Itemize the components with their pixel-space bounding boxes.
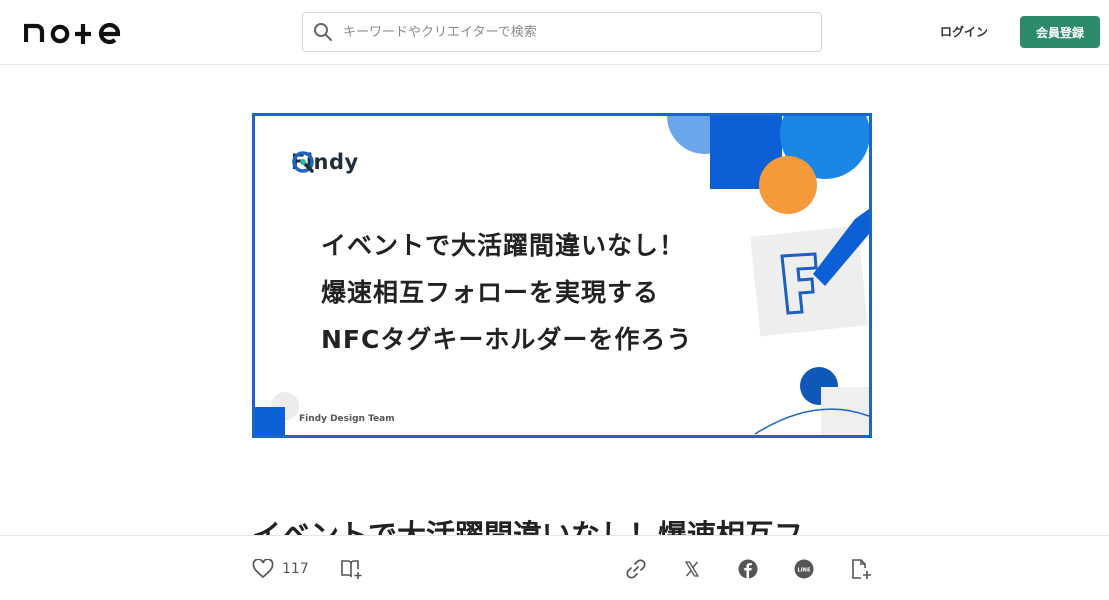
note-logo-mark	[24, 22, 121, 45]
like-count[interactable]: 117	[282, 561, 309, 577]
magazine-add-icon[interactable]	[340, 558, 364, 580]
link-icon[interactable]	[625, 558, 647, 580]
article-action-bar: 117 LINE	[0, 535, 1109, 600]
eyecatch-headline: イベントで大活躍間違いなし！ 爆速相互フォローを実現する NFCタグキーホルダー…	[321, 222, 692, 363]
svg-text:LINE: LINE	[797, 567, 811, 573]
share-x-button[interactable]	[682, 556, 702, 582]
team-credit: Findy Design Team	[299, 414, 395, 424]
headline-line: NFCタグキーホルダーを作ろう	[321, 325, 693, 354]
signup-button[interactable]: 会員登録	[1020, 16, 1100, 48]
note-logo[interactable]	[24, 18, 124, 46]
add-to-magazine-button[interactable]	[340, 556, 364, 582]
search-box[interactable]	[302, 12, 822, 52]
add-to-note-button[interactable]	[849, 556, 873, 582]
eyecatch-image: Findy イベントで大活躍間違いなし！ 爆速相互フォローを実現する NFCタグ…	[252, 113, 872, 438]
facebook-icon[interactable]	[738, 559, 758, 579]
x-icon[interactable]	[682, 559, 702, 579]
share-facebook-button[interactable]	[738, 556, 758, 582]
site-header: ログイン 会員登録	[0, 0, 1109, 65]
like-button[interactable]: 117	[252, 556, 309, 582]
line-icon[interactable]: LINE	[794, 559, 814, 579]
headline-line: イベントで大活躍間違いなし！	[321, 231, 686, 260]
findy-logo-icon	[292, 151, 314, 173]
copy-link-button[interactable]	[625, 556, 647, 582]
search-input[interactable]	[343, 14, 821, 50]
search-icon[interactable]	[303, 13, 343, 51]
findy-brand: Findy	[291, 150, 359, 174]
share-line-button[interactable]: LINE	[794, 556, 814, 582]
note-add-icon[interactable]	[849, 557, 873, 581]
heart-icon[interactable]	[252, 559, 274, 579]
login-link[interactable]: ログイン	[930, 18, 998, 46]
headline-line: 爆速相互フォローを実現する	[321, 278, 660, 307]
